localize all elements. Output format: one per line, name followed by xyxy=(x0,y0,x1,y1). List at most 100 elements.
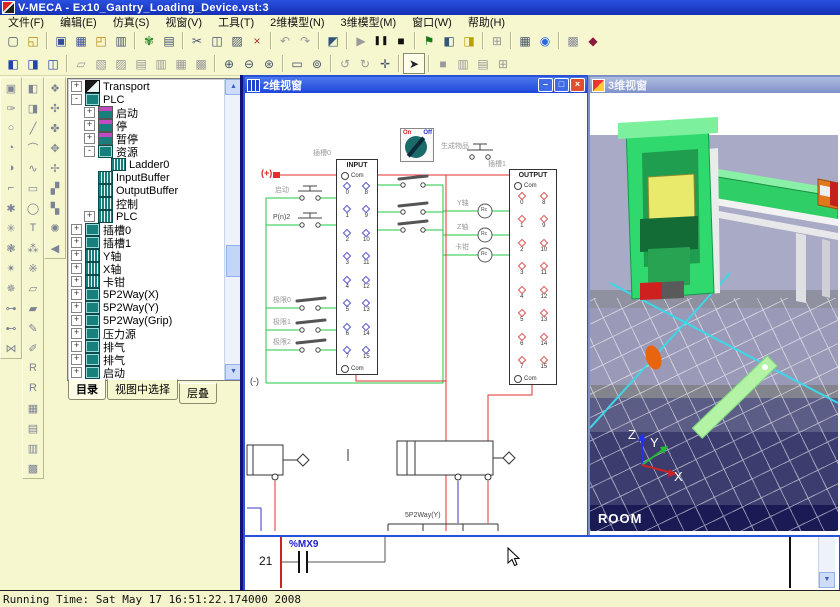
select-cursor-icon[interactable]: ➤ xyxy=(403,53,425,74)
pan-icon[interactable]: ✛ xyxy=(375,54,395,73)
palette-tool-icon[interactable]: ◧ xyxy=(23,78,43,98)
hint-bulb-icon[interactable]: ◉ xyxy=(535,31,555,50)
window-hsplit-icon[interactable]: ▤ xyxy=(473,54,493,73)
palette-tool-icon[interactable]: ✣ xyxy=(45,98,65,118)
palette-tool-icon[interactable]: ▥ xyxy=(23,438,43,458)
rotary-switch[interactable]: On Off xyxy=(400,128,434,162)
palette-tool-icon[interactable]: ◔ xyxy=(1,138,21,158)
expand-toggle[interactable]: - xyxy=(71,94,82,105)
doc-warn-icon[interactable]: ◨ xyxy=(459,31,479,50)
tree-item[interactable]: + 5P2Way(X) xyxy=(69,288,224,301)
save-project-icon[interactable]: ▥ xyxy=(111,31,131,50)
palette-tool-icon[interactable]: ⁂ xyxy=(23,238,43,258)
copy-icon[interactable]: ◫ xyxy=(207,31,227,50)
tree-item[interactable]: + 插槽1 xyxy=(69,236,224,249)
tree-item[interactable]: + 卡钳 xyxy=(69,275,224,288)
tree-item[interactable]: 控制 xyxy=(69,197,224,210)
palette-tool-icon[interactable]: T xyxy=(23,218,43,238)
expand-toggle[interactable]: + xyxy=(71,81,82,92)
palette-tool-icon[interactable]: ▭ xyxy=(23,178,43,198)
ladder-canvas[interactable]: 21 %MX9 ▼ xyxy=(245,537,835,588)
palette-tool-icon[interactable]: ⊷ xyxy=(1,318,21,338)
doc-run-icon[interactable]: ◧ xyxy=(439,31,459,50)
expand-toggle[interactable]: + xyxy=(84,211,95,222)
expand-toggle[interactable]: + xyxy=(71,263,82,274)
tree-item[interactable]: + 压力源 xyxy=(69,327,224,340)
new-file-icon[interactable]: ▢ xyxy=(3,31,23,50)
view-front-icon[interactable]: ▧ xyxy=(91,54,111,73)
zoom-in-icon[interactable]: ⊕ xyxy=(219,54,239,73)
zoom-out-icon[interactable]: ⊖ xyxy=(239,54,259,73)
menu-item[interactable]: 帮助(H) xyxy=(460,14,513,30)
window-single-icon[interactable]: ■ xyxy=(433,54,453,73)
palette-tool-icon[interactable]: ◨ xyxy=(23,98,43,118)
delete-icon[interactable]: × xyxy=(247,31,267,50)
palette-tool-icon[interactable]: R xyxy=(23,378,43,398)
tree-item[interactable]: + Y轴 xyxy=(69,249,224,262)
palette-tool-icon[interactable]: ※ xyxy=(23,258,43,278)
expand-toggle[interactable]: + xyxy=(71,276,82,287)
grid-icon[interactable]: ▦ xyxy=(515,31,535,50)
expand-toggle[interactable]: + xyxy=(84,133,95,144)
scene-3d[interactable]: Z Y X ROOM xyxy=(590,93,838,531)
expand-toggle[interactable]: + xyxy=(71,224,82,235)
palette-tool-icon[interactable]: ◑ xyxy=(1,158,21,178)
tree-item[interactable]: + 5P2Way(Y) xyxy=(69,301,224,314)
tree-item[interactable]: + PLC xyxy=(69,210,224,223)
palette-tool-icon[interactable]: ✥ xyxy=(45,138,65,158)
palette-tool-icon[interactable]: ✑ xyxy=(1,98,21,118)
view-iso-icon[interactable]: ▥ xyxy=(151,54,171,73)
palette-tool-icon[interactable]: ✴ xyxy=(1,258,21,278)
save-icon[interactable]: ▣ xyxy=(51,31,71,50)
tab-catalog[interactable]: 目录 xyxy=(68,379,106,400)
menu-item[interactable]: 视窗(V) xyxy=(157,14,210,30)
cut-icon[interactable]: ✂ xyxy=(187,31,207,50)
window-3d-titlebar[interactable]: 3维视窗 xyxy=(590,77,840,93)
expand-toggle[interactable]: + xyxy=(71,250,82,261)
palette-tool-icon[interactable]: ▰ xyxy=(23,298,43,318)
window-vsplit-icon[interactable]: ▥ xyxy=(453,54,473,73)
window-quad-icon[interactable]: ⊞ xyxy=(493,54,513,73)
palette-tool-icon[interactable]: ❃ xyxy=(1,238,21,258)
rotate-cw-icon[interactable]: ↻ xyxy=(355,54,375,73)
expand-toggle[interactable]: + xyxy=(84,107,95,118)
scroll-thumb[interactable] xyxy=(226,245,241,277)
connector-icon[interactable]: ⚑ xyxy=(419,31,439,50)
menu-item[interactable]: 窗口(W) xyxy=(404,14,460,30)
title-bar[interactable]: V-MECA - Ex10_Gantry_Loading_Device.vst:… xyxy=(0,0,840,15)
tab-cascade[interactable]: 层叠 xyxy=(179,383,217,404)
expand-toggle[interactable]: + xyxy=(71,354,82,365)
save-all-icon[interactable]: ▦ xyxy=(71,31,91,50)
expand-toggle[interactable]: + xyxy=(84,120,95,131)
export-icon[interactable]: ✾ xyxy=(139,31,159,50)
palette-tool-icon[interactable]: ▚ xyxy=(45,198,65,218)
palette-tool-icon[interactable]: ▦ xyxy=(23,398,43,418)
mesh-icon[interactable]: ▩ xyxy=(563,31,583,50)
print-icon[interactable]: ▤ xyxy=(159,31,179,50)
palette-tool-icon[interactable]: ∿ xyxy=(23,158,43,178)
view-top-icon[interactable]: ▨ xyxy=(111,54,131,73)
palette-tool-icon[interactable]: ✳ xyxy=(1,218,21,238)
tree-scrollbar[interactable]: ▲ ▼ xyxy=(224,79,240,380)
scroll-down-icon[interactable]: ▼ xyxy=(225,364,241,380)
tree-item[interactable]: + 排气 xyxy=(69,353,224,366)
menu-item[interactable]: 工具(T) xyxy=(210,14,262,30)
expand-toggle[interactable]: + xyxy=(71,302,82,313)
palette-tool-icon[interactable]: ✱ xyxy=(1,198,21,218)
tree-item[interactable]: - PLC xyxy=(69,93,224,106)
view-side-icon[interactable]: ▤ xyxy=(131,54,151,73)
tree-item[interactable]: InputBuffer xyxy=(69,171,224,184)
tree-item[interactable]: OutputBuffer xyxy=(69,184,224,197)
paste-icon[interactable]: ▨ xyxy=(227,31,247,50)
palette-tool-icon[interactable]: ▱ xyxy=(23,278,43,298)
undo-icon[interactable]: ↶ xyxy=(275,31,295,50)
palette-tool-icon[interactable]: ○ xyxy=(1,118,21,138)
palette-tool-icon[interactable]: ▣ xyxy=(1,78,21,98)
tree-item[interactable]: + 停 xyxy=(69,119,224,132)
tree-item[interactable]: + 插槽0 xyxy=(69,223,224,236)
expand-toggle[interactable]: + xyxy=(71,341,82,352)
zoom-dynamic-icon[interactable]: ⊚ xyxy=(307,54,327,73)
view-back-icon[interactable]: ▦ xyxy=(171,54,191,73)
layout-full-icon[interactable]: ◫ xyxy=(43,54,63,73)
palette-tool-icon[interactable]: ⌐ xyxy=(1,178,21,198)
